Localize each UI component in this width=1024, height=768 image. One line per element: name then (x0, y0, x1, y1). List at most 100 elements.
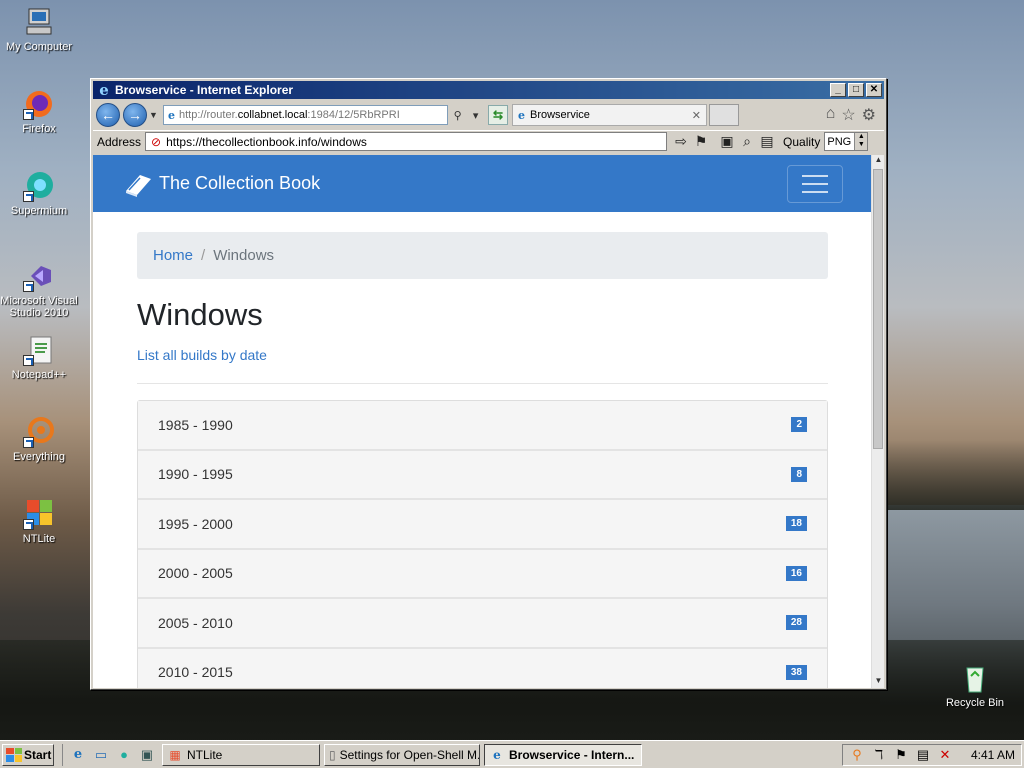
network-tray-icon[interactable]: ▤ (915, 747, 931, 763)
task-open-shell-settings[interactable]: ▯ Settings for Open-Shell M... (324, 743, 480, 766)
everything-icon (23, 416, 55, 448)
gear-icon[interactable]: ⚙ (862, 105, 876, 125)
range-label: 2010 - 2015 (158, 664, 233, 681)
range-label: 2005 - 2010 (158, 614, 233, 631)
paste-icon[interactable]: ▤ (757, 133, 777, 150)
show-desktop-icon[interactable]: ▣ (138, 746, 156, 764)
tab-label: Browservice (530, 109, 590, 121)
new-tab-button[interactable] (709, 104, 739, 126)
divider (137, 383, 828, 384)
settings-task-icon: ▯ (329, 747, 336, 762)
breadcrumb-current: Windows (213, 247, 275, 264)
flag-tray-icon[interactable]: ⚑ (893, 747, 909, 763)
refresh-button[interactable]: ⇆ (488, 105, 508, 125)
desktop-icon-label: My Computer (5, 41, 73, 53)
desktop-icon-label: NTLite (22, 533, 56, 545)
list-item[interactable]: 1985 - 1990 2 (138, 401, 827, 451)
go-icon[interactable]: ⇨ (671, 133, 691, 150)
site-brand[interactable]: The Collection Book (159, 173, 320, 194)
close-button[interactable]: ✕ (866, 83, 882, 97)
history-dropdown-icon[interactable]: ▼ (149, 110, 159, 120)
menu-toggle-button[interactable] (787, 164, 843, 203)
range-label: 2000 - 2005 (158, 565, 233, 582)
range-label: 1995 - 2000 (158, 515, 233, 532)
desktop-icon-notepadpp[interactable]: Notepad++ (0, 334, 78, 381)
tab-browservice[interactable]: e Browservice ✕ (512, 104, 707, 126)
range-list: 1985 - 1990 2 1990 - 1995 8 1995 - 2000 … (137, 400, 828, 688)
desktop-icon-label: Supermium (10, 205, 68, 217)
desktop-icon-everything[interactable]: Everything (0, 416, 78, 463)
scroll-thumb[interactable] (873, 169, 883, 449)
favorites-icon[interactable]: ☆ (841, 105, 855, 125)
site-navbar: The Collection Book (93, 155, 871, 212)
home-icon[interactable]: ⌂ (826, 105, 836, 125)
bookmark-icon[interactable]: ⚑ (691, 133, 711, 150)
desktop-icon-recycle-bin[interactable]: Recycle Bin (936, 662, 1014, 709)
search-icon[interactable]: ⚲ (454, 109, 462, 122)
clipboard-icon[interactable]: ▣ (717, 133, 737, 150)
ie-url-field[interactable]: e http://router. collabnet.local:1984/12/… (163, 105, 448, 125)
address-row: Address ⊘ https://thecollectionbook.info… (93, 130, 884, 152)
count-badge: 28 (785, 615, 807, 631)
ime-tray-icon[interactable]: ℸ (871, 747, 887, 763)
page-container: Home / Windows Windows List all builds b… (137, 232, 828, 688)
ie-page-icon: e (168, 108, 175, 122)
volume-muted-icon[interactable]: ✕ (937, 747, 953, 763)
spinner-icon[interactable]: ▲ ▼ (854, 133, 868, 150)
quality-select[interactable]: PNG ▲ ▼ (824, 132, 869, 151)
desktop-icon-ntlite[interactable]: NTLite (0, 498, 78, 545)
list-item[interactable]: 1995 - 2000 18 (138, 500, 827, 550)
forward-button[interactable]: → (123, 103, 147, 127)
quality-value: PNG (827, 135, 852, 148)
ie-quicklaunch-icon[interactable]: e (69, 746, 87, 764)
count-badge: 16 (785, 565, 807, 581)
clock[interactable]: 4:41 AM (971, 748, 1015, 762)
ie-window: e Browservice - Internet Explorer _ □ ✕ … (90, 78, 887, 690)
list-item[interactable]: 2005 - 2010 28 (138, 599, 827, 649)
firefox-icon (23, 88, 55, 120)
ie-right-icons: ⌂ ☆ ⚙ (826, 105, 876, 125)
desktop-icon-firefox[interactable]: Firefox (0, 88, 78, 135)
window-titlebar[interactable]: e Browservice - Internet Explorer _ □ ✕ (93, 81, 884, 99)
range-label: 1985 - 1990 (158, 416, 233, 433)
scroll-up-icon[interactable]: ▲ (872, 155, 885, 167)
taskbar: Start e ▭ ● ▣ ▦ NTLite ▯ Settings for Op… (0, 740, 1024, 768)
task-ntlite[interactable]: ▦ NTLite (162, 743, 320, 766)
url-dropdown-icon[interactable]: ▾ (473, 109, 479, 122)
desktop-icon-label: Firefox (22, 123, 56, 135)
desktop-icon-my-computer[interactable]: My Computer (0, 6, 78, 53)
breadcrumb-home-link[interactable]: Home (153, 247, 193, 264)
list-item[interactable]: 2000 - 2005 16 (138, 549, 827, 599)
address-field[interactable]: ⊘ https://thecollectionbook.info/windows (145, 132, 668, 151)
desktop-icon-visual-studio[interactable]: Microsoft Visual Studio 2010 (0, 260, 78, 319)
minimize-button[interactable]: _ (830, 83, 846, 97)
notepadpp-icon (23, 334, 55, 366)
close-tab-icon[interactable]: ✕ (692, 109, 701, 122)
back-button[interactable]: ← (96, 103, 120, 127)
breadcrumb-separator: / (201, 247, 206, 264)
ie-icon: e (99, 81, 109, 99)
maximize-button[interactable]: □ (848, 83, 864, 97)
scroll-down-icon[interactable]: ▼ (872, 676, 885, 688)
desktop-icon-label: Everything (13, 451, 65, 463)
desktop-quicklaunch-icon[interactable]: ▭ (92, 746, 110, 764)
page-scrollbar[interactable]: ▲ ▼ (871, 155, 884, 688)
desktop-icon-label: Notepad++ (11, 369, 67, 381)
supermium-quicklaunch-icon[interactable]: ● (115, 746, 133, 764)
book-icon (123, 171, 153, 197)
everything-tray-icon[interactable]: ⚲ (849, 747, 865, 763)
list-builds-link[interactable]: List all builds by date (137, 347, 828, 363)
list-item[interactable]: 2010 - 2015 38 (138, 648, 827, 688)
find-icon[interactable]: ⌕ (737, 133, 757, 150)
task-browservice[interactable]: e Browservice - Intern... (484, 743, 642, 766)
ntlite-icon (23, 498, 55, 530)
recycle-bin-icon (959, 662, 991, 694)
list-item[interactable]: 1990 - 1995 8 (138, 450, 827, 500)
desktop-icon-supermium[interactable]: Supermium (0, 170, 78, 217)
visual-studio-icon (23, 260, 55, 292)
breadcrumb: Home / Windows (137, 232, 828, 279)
range-label: 1990 - 1995 (158, 466, 233, 483)
page-viewport: The Collection Book Home / Windows Windo… (93, 155, 871, 688)
url-tools: ⚲ ▾ (448, 105, 484, 125)
start-button[interactable]: Start (2, 743, 54, 766)
